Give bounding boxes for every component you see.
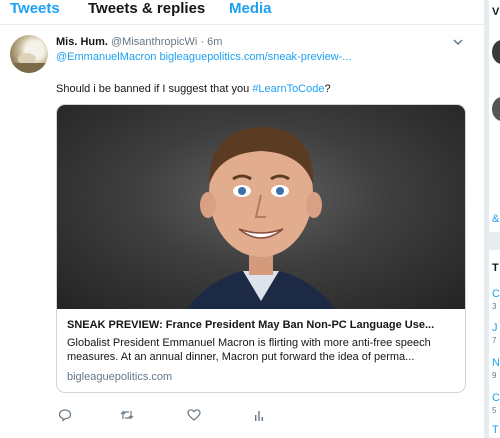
trends-heading: T xyxy=(492,262,499,274)
trend-count: 7 xyxy=(492,336,497,345)
card-description: Globalist President Emmanuel Macron is f… xyxy=(67,337,431,363)
hashtag-link[interactable]: #LearnToCode xyxy=(252,83,324,95)
card-domain: bigleaguepolitics.com xyxy=(67,371,173,383)
tweet-text-end: ? xyxy=(324,83,331,95)
trend-item[interactable]: C xyxy=(492,392,500,404)
trend-item[interactable]: N xyxy=(492,357,500,369)
tweet-text-body: Should i be banned if I suggest that you xyxy=(56,83,253,95)
reply-icon[interactable] xyxy=(58,408,72,422)
analytics-icon[interactable] xyxy=(252,408,266,422)
find-people-link[interactable]: & xyxy=(492,213,499,225)
user-handle[interactable]: @MisanthropicWi xyxy=(111,36,197,48)
like-icon[interactable] xyxy=(187,408,201,422)
display-name[interactable]: Mis. Hum. xyxy=(56,36,108,48)
avatar[interactable] xyxy=(10,35,48,73)
reply-mentions[interactable]: @EmmanuelMacron bigleaguepolitics.com/sn… xyxy=(56,51,351,63)
trend-count: 9 xyxy=(492,371,497,380)
panel-heading: V xyxy=(492,6,500,18)
trends-panel: T C 3 J 7 N 9 C 5 T xyxy=(489,250,500,438)
tweet-header: Mis. Hum. @MisanthropicWi · 6m xyxy=(56,36,222,49)
avatar[interactable] xyxy=(492,97,500,121)
trend-count: 5 xyxy=(492,406,497,415)
who-to-follow-panel: V & xyxy=(489,0,500,232)
tab-tweets[interactable]: Tweets xyxy=(10,0,60,18)
card-title[interactable]: SNEAK PREVIEW: France President May Ban … xyxy=(67,319,459,331)
retweet-icon[interactable] xyxy=(120,408,134,422)
tweet-text: Should i be banned if I suggest that you… xyxy=(56,83,331,95)
timeline-panel: Tweets Tweets & replies Media Mis. Hum. … xyxy=(0,0,484,438)
tab-media[interactable]: Media xyxy=(229,0,272,18)
trend-count: 3 xyxy=(492,302,497,311)
timestamp[interactable]: · 6m xyxy=(200,36,222,48)
right-sidebar: V & T C 3 J 7 N 9 C 5 T xyxy=(484,0,500,438)
trend-item[interactable]: T xyxy=(492,424,499,436)
avatar[interactable] xyxy=(492,40,500,64)
chevron-down-icon[interactable] xyxy=(452,37,464,47)
profile-tabs: Tweets Tweets & replies Media xyxy=(0,0,484,25)
tab-tweets-and-replies[interactable]: Tweets & replies xyxy=(88,0,205,18)
card-image[interactable] xyxy=(57,105,465,309)
trend-item[interactable]: C xyxy=(492,288,500,300)
trend-item[interactable]: J xyxy=(492,322,498,334)
link-card[interactable]: SNEAK PREVIEW: France President May Ban … xyxy=(56,104,466,393)
